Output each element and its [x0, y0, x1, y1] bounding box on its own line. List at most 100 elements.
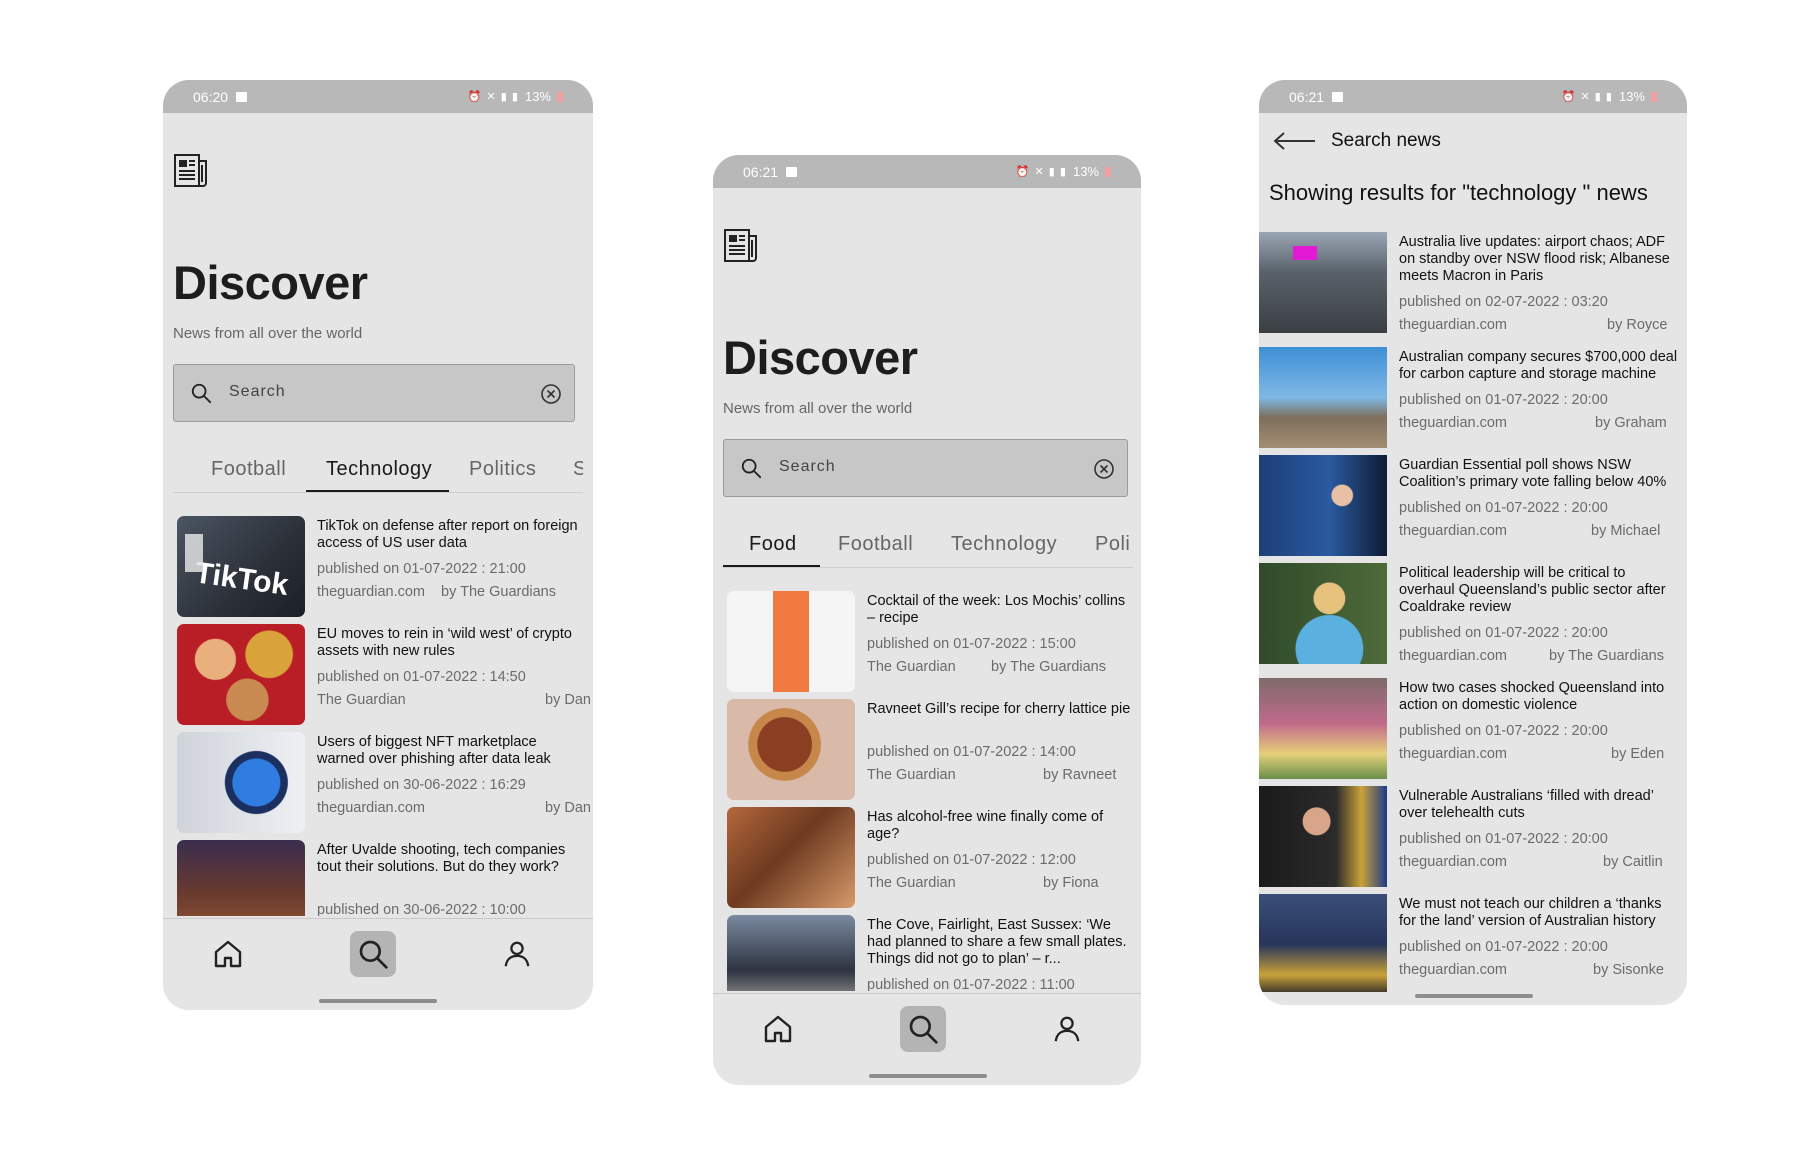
article-title: We must not teach our children a ‘thanks… — [1399, 896, 1662, 929]
article-thumbnail — [177, 624, 305, 725]
back-arrow-icon[interactable] — [1273, 131, 1317, 151]
page-subtitle: News from all over the world — [723, 400, 913, 417]
article-author: by The Guardians — [991, 659, 1106, 675]
article-date: published on 01-07-2022 : 20:00 — [1399, 831, 1608, 847]
list-item[interactable]: Political leadership will be critical to… — [1259, 563, 1687, 665]
home-indicator[interactable] — [869, 1074, 987, 1078]
article-date: published on 01-07-2022 : 11:00 — [867, 977, 1075, 991]
nav-search[interactable] — [350, 931, 396, 977]
article-title: TikTok on defense after report on foreig… — [317, 518, 578, 551]
article-source: The Guardian — [867, 767, 956, 783]
nav-search[interactable] — [900, 1006, 946, 1052]
article-author: by Royce — [1607, 317, 1668, 333]
gallery-icon — [236, 91, 248, 102]
nav-profile[interactable] — [494, 931, 540, 977]
article-thumbnail — [177, 732, 305, 833]
list-item[interactable]: Users of biggest NFT marketplace warned … — [177, 732, 593, 834]
battery-level: 13% — [1618, 89, 1645, 104]
gallery-icon — [786, 166, 798, 177]
home-indicator[interactable] — [1415, 994, 1533, 998]
article-title: Australian company secures $700,000 deal… — [1399, 349, 1678, 382]
list-item[interactable]: We must not teach our children a ‘thanks… — [1259, 894, 1687, 992]
article-date: published on 01-07-2022 : 20:00 — [1399, 723, 1608, 739]
list-item[interactable]: How two cases shocked Queensland into ac… — [1259, 678, 1687, 780]
article-date: published on 01-07-2022 : 20:00 — [1399, 625, 1608, 641]
article-author: by Ravneet — [1043, 767, 1117, 783]
tab-technology[interactable]: Technology — [951, 533, 1057, 556]
nav-home[interactable] — [755, 1006, 801, 1052]
battery-icon — [557, 91, 563, 102]
article-author: by Dan — [545, 692, 591, 708]
article-thumbnail — [727, 591, 855, 692]
signal-icons: ⏰ ✕ ▮ ▮ — [467, 91, 519, 103]
tab-more[interactable]: S — [573, 458, 583, 481]
tab-politics[interactable]: Poli — [1095, 533, 1130, 556]
search-icon — [907, 1013, 939, 1045]
tab-politics[interactable]: Politics — [469, 458, 536, 481]
search-placeholder: Search — [229, 383, 286, 400]
list-item[interactable]: EU moves to rein in ‘wild west’ of crypt… — [177, 624, 593, 726]
article-thumbnail — [1259, 455, 1387, 556]
category-tabs: Football Technology Politics S — [173, 452, 583, 493]
article-source: theguardian.com — [1399, 523, 1508, 539]
results-heading: Showing results for "technology " news — [1269, 180, 1648, 205]
newspaper-logo-icon — [723, 227, 759, 265]
article-author: by Dan — [545, 800, 591, 816]
article-thumbnail — [1259, 678, 1387, 779]
list-item[interactable]: The Cove, Fairlight, East Sussex: ‘We ha… — [727, 915, 1141, 991]
article-source: theguardian.com — [317, 800, 426, 816]
tab-football[interactable]: Football — [838, 533, 913, 556]
article-thumbnail — [177, 840, 305, 916]
article-list: Cocktail of the week: Los Mochis’ collin… — [727, 591, 1141, 991]
nav-home[interactable] — [205, 931, 251, 977]
article-title: Ravneet Gill’s recipe for cherry lattice… — [867, 701, 1131, 717]
list-item[interactable]: TikTok TikTok on defense after report on… — [177, 516, 593, 618]
tab-football[interactable]: Football — [211, 458, 286, 481]
header-row: Search news — [1273, 130, 1441, 152]
battery-level: 13% — [1072, 164, 1099, 179]
article-title: How two cases shocked Queensland into ac… — [1399, 680, 1665, 713]
list-item[interactable]: Guardian Essential poll shows NSW Coalit… — [1259, 455, 1687, 557]
list-item[interactable]: Ravneet Gill’s recipe for cherry lattice… — [727, 699, 1141, 801]
article-thumbnail — [1259, 786, 1387, 887]
article-source: theguardian.com — [1399, 648, 1508, 664]
list-item[interactable]: After Uvalde shooting, tech companies to… — [177, 840, 593, 916]
status-bar: 06:20 ⏰ ✕ ▮ ▮ 13% — [163, 80, 593, 113]
article-author: by Michael — [1591, 523, 1661, 539]
article-date: published on 01-07-2022 : 20:00 — [1399, 939, 1608, 955]
article-title: Political leadership will be critical to… — [1399, 565, 1666, 615]
list-item[interactable]: Vulnerable Australians ‘filled with drea… — [1259, 786, 1687, 888]
tab-food[interactable]: Food — [749, 533, 797, 556]
search-placeholder: Search — [779, 458, 836, 475]
home-indicator[interactable] — [319, 999, 437, 1003]
article-source: The Guardian — [867, 875, 956, 891]
article-thumbnail — [727, 807, 855, 908]
article-source: The Guardian — [317, 692, 406, 708]
article-title: EU moves to rein in ‘wild west’ of crypt… — [317, 626, 572, 659]
article-date: published on 30-06-2022 : 16:29 — [317, 777, 526, 793]
nav-profile[interactable] — [1044, 1006, 1090, 1052]
list-item[interactable]: Has alcohol-free wine finally come of ag… — [727, 807, 1141, 909]
list-item[interactable]: Cocktail of the week: Los Mochis’ collin… — [727, 591, 1141, 693]
article-date: published on 02-07-2022 : 03:20 — [1399, 294, 1608, 310]
clear-icon[interactable] — [540, 383, 562, 405]
home-icon — [212, 938, 244, 970]
article-title: Guardian Essential poll shows NSW Coalit… — [1399, 457, 1667, 490]
search-input[interactable]: Search — [173, 364, 575, 422]
list-item[interactable]: Australia live updates: airport chaos; A… — [1259, 232, 1687, 334]
status-time: 06:21 — [743, 163, 779, 180]
page-subtitle: News from all over the world — [173, 325, 363, 342]
clear-icon[interactable] — [1093, 458, 1115, 480]
newspaper-logo-icon — [173, 152, 209, 190]
battery-icon — [1651, 91, 1657, 102]
search-icon — [190, 382, 212, 404]
search-input[interactable]: Search — [723, 439, 1128, 497]
search-results-list: Australia live updates: airport chaos; A… — [1259, 232, 1687, 992]
phone-screen-discover-food: 06:21 ⏰ ✕ ▮ ▮ 13% Discover News from all … — [713, 155, 1141, 1085]
list-item[interactable]: Australian company secures $700,000 deal… — [1259, 347, 1687, 449]
tab-technology[interactable]: Technology — [326, 458, 432, 481]
article-thumbnail — [727, 915, 855, 991]
phone-screen-discover-technology: 06:20 ⏰ ✕ ▮ ▮ 13% Discover News from all … — [163, 80, 593, 1010]
article-title: Vulnerable Australians ‘filled with drea… — [1399, 788, 1654, 821]
article-thumbnail: TikTok — [177, 516, 305, 617]
